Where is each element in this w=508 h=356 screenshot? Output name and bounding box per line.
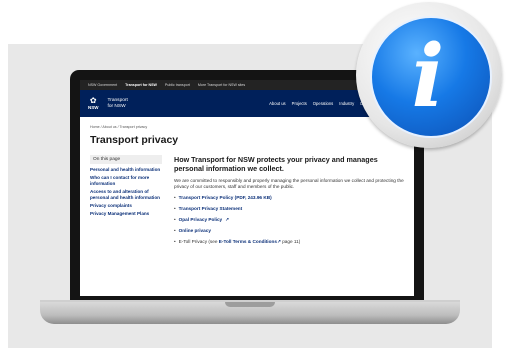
nsw-wordmark: NSW: [88, 105, 99, 110]
sidebar-link[interactable]: Personal and health information: [90, 167, 162, 173]
logo-line-2: for NSW: [107, 103, 126, 109]
sidebar-link[interactable]: Who can I contact for more information: [90, 175, 162, 187]
list-item: • Opal Privacy Policy ↗: [174, 217, 404, 223]
intro-paragraph: We are committed to responsibly and prop…: [174, 178, 404, 189]
nav-item-projects[interactable]: Projects: [292, 101, 307, 106]
main-heading: How Transport for NSW protects your priv…: [174, 155, 378, 173]
nav-item-industry[interactable]: Industry: [339, 101, 354, 106]
bullet-icon: •: [174, 206, 176, 211]
privacy-statement-link[interactable]: Transport Privacy Statement: [179, 206, 243, 212]
list-item: • Transport Privacy Statement: [174, 206, 404, 212]
privacy-policy-link[interactable]: Transport Privacy Policy (PDF, 243.96 KB…: [179, 195, 272, 201]
main-content: How Transport for NSW protects your priv…: [162, 155, 404, 250]
laptop-screen: NSW Government Transport for NSW Public …: [80, 80, 414, 296]
bullet-icon: •: [174, 228, 176, 233]
bullet-icon: •: [174, 195, 176, 200]
sidebar-link[interactable]: Access to and alteration of personal and…: [90, 189, 162, 201]
waratah-icon: ✿: [89, 96, 97, 105]
online-privacy-link[interactable]: Online privacy: [179, 228, 211, 234]
gov-bar-link[interactable]: More Transport for NSW sites: [198, 83, 245, 87]
gov-bar-link[interactable]: Public transport: [165, 83, 190, 87]
gov-bar-link[interactable]: Transport for NSW: [125, 83, 157, 87]
bullet-icon: •: [174, 239, 176, 244]
list-item: • E-Toll Privacy (see E-Toll Terms & Con…: [174, 239, 404, 245]
etoll-suffix: page 11): [280, 239, 301, 244]
breadcrumb[interactable]: Home / About us / Transport privacy: [80, 117, 414, 129]
sidebar-link[interactable]: Privacy Management Plans: [90, 211, 162, 217]
list-item: • Transport Privacy Policy (PDF, 243.96 …: [174, 195, 404, 201]
content-area: On this page Personal and health informa…: [80, 146, 414, 250]
opal-privacy-link[interactable]: Opal Privacy Policy: [179, 217, 223, 223]
external-link-icon: ↗: [225, 217, 230, 222]
page-title: Transport privacy: [90, 134, 179, 146]
etoll-item: E-Toll Privacy (see E-Toll Terms & Condi…: [179, 239, 301, 245]
sidebar-link[interactable]: Privacy complaints: [90, 203, 162, 209]
on-this-page-sidebar: On this page Personal and health informa…: [90, 155, 162, 250]
etoll-terms-link[interactable]: E-Toll Terms & Conditions: [219, 239, 277, 244]
site-logo[interactable]: ✿ NSW Transport for NSW: [88, 96, 128, 111]
list-item: • Online privacy: [174, 228, 404, 234]
info-glyph: i: [411, 26, 445, 127]
laptop-notch: [225, 302, 275, 307]
sidebar-title: On this page: [90, 155, 162, 164]
nav-item-about-us[interactable]: About us: [269, 101, 286, 106]
privacy-links-list: • Transport Privacy Policy (PDF, 243.96 …: [174, 195, 404, 245]
etoll-prefix: E-Toll Privacy (see: [178, 239, 219, 244]
nav-item-operations[interactable]: Operations: [313, 101, 333, 106]
gov-bar-link[interactable]: NSW Government: [88, 83, 117, 87]
info-icon: i: [370, 16, 492, 138]
bullet-icon: •: [174, 217, 176, 222]
